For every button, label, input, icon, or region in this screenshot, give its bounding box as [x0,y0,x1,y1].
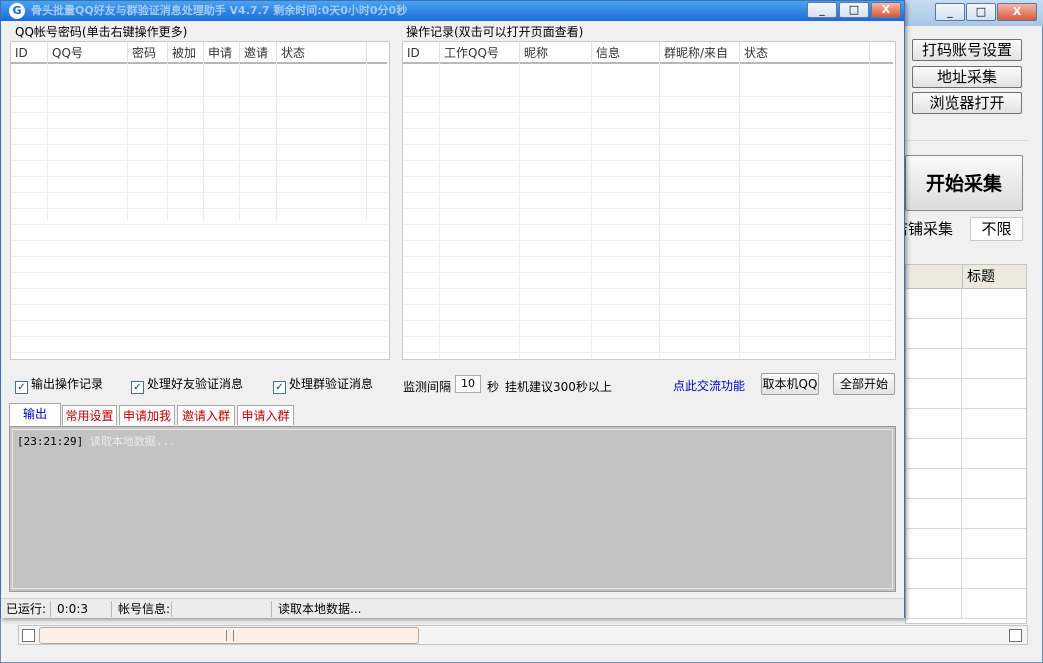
scroll-thumb[interactable] [39,627,419,644]
store-collect-label: 店铺采集 [905,220,954,238]
col-qq[interactable]: QQ号 [48,42,128,64]
status-message: 读取本地数据... [278,602,362,616]
tab-apply-group[interactable]: 申请入群 [237,405,294,425]
scroll-left-button[interactable] [22,629,35,642]
handle-friend-checkbox[interactable]: ✓ 处理好友验证消息 [131,376,243,394]
bg-table-header-title[interactable]: 标题 [962,265,1026,289]
col-added[interactable]: 被加 [168,42,204,64]
minimize-button[interactable]: _ [807,2,837,18]
col-status[interactable]: 状态 [740,42,870,64]
col-password[interactable]: 密码 [128,42,168,64]
col-work-qq[interactable]: 工作QQ号 [440,42,520,64]
accounts-panel-label: QQ帐号密码(单击右键操作更多) [15,25,188,39]
table-row [906,349,1026,379]
table-row [906,409,1026,439]
col-apply[interactable]: 申请 [204,42,240,64]
start-all-button[interactable]: 全部开始 [833,373,895,395]
bg-table-header: 标题 [906,265,1026,289]
log-timestamp: [23:21:29] [17,435,84,448]
get-local-qq-button[interactable]: 取本机QQ [761,373,819,395]
col-id[interactable]: ID [11,42,48,64]
table-row [906,439,1026,469]
tab-common-settings[interactable]: 常用设置 [62,405,117,425]
table-row [906,499,1026,529]
table-row [906,469,1026,499]
bg-divider [905,140,1027,141]
tab-apply-add-me[interactable]: 申请加我 [119,405,175,425]
output-log-panel[interactable]: [23:21:29] 读取本地数据... [9,426,896,592]
records-panel-label: 操作记录(双击可以打开页面查看) [406,25,584,39]
handle-group-checkbox[interactable]: ✓ 处理群验证消息 [273,376,373,394]
close-button[interactable]: X [871,2,901,18]
col-status[interactable]: 状态 [277,42,367,64]
col-invite[interactable]: 邀请 [240,42,277,64]
col-id[interactable]: ID [403,42,440,64]
interval-label: 监测间隔 [403,380,452,394]
output-log-checkbox[interactable]: ✓ 输出操作记录 [15,376,103,394]
scroll-right-button[interactable] [1009,629,1022,642]
col-nickname[interactable]: 昵称 [520,42,592,64]
captcha-account-settings-button[interactable]: 打码账号设置 [912,39,1022,61]
bg-minimize-button[interactable]: _ [935,3,965,21]
running-label: 已运行: [6,602,47,616]
table-row [906,379,1026,409]
interval-input[interactable]: 10 [455,375,481,393]
table-row [906,289,1026,319]
output-log-area[interactable]: [23:21:29] 读取本地数据... [12,429,893,589]
horizontal-scrollbar[interactable] [18,625,1028,645]
table-row [906,529,1026,559]
browser-open-button[interactable]: 浏览器打开 [912,92,1022,114]
window-title: 骨头批量QQ好友与群验证消息处理助手 V4.7.7 剩余时间:0天0小时0分0秒 [31,4,408,17]
address-collect-button[interactable]: 地址采集 [912,66,1022,88]
tab-output[interactable]: 输出 [9,403,61,427]
start-collect-button[interactable]: 开始采集 [905,155,1023,211]
exchange-link[interactable]: 点此交流功能 [673,377,745,394]
table-row [906,559,1026,589]
maximize-button[interactable]: □ [839,2,869,18]
status-bar: 已运行: 0:0:3 帐号信息: 读取本地数据... [1,598,904,618]
app-logo-icon: G [9,3,25,19]
table-row [906,589,1026,619]
checkbox-checked-icon: ✓ [15,381,28,394]
scroll-grip-icon [226,630,234,641]
col-info[interactable]: 信息 [592,42,660,64]
main-window: G 骨头批量QQ好友与群验证消息处理助手 V4.7.7 剩余时间:0天0小时0分… [0,0,905,618]
store-collect-value[interactable]: 不限 [970,217,1023,241]
accounts-list-header: ID QQ号 密码 被加 申请 邀请 状态 [11,42,387,64]
checkbox-checked-icon: ✓ [131,381,144,394]
interval-hint: 挂机建议300秒以上 [505,380,612,394]
checkbox-checked-icon: ✓ [273,381,286,394]
title-bar[interactable]: G 骨头批量QQ好友与群验证消息处理助手 V4.7.7 剩余时间:0天0小时0分… [1,1,904,21]
bg-close-button[interactable]: X [997,3,1037,21]
background-titlebar: _ □ X [905,0,1043,26]
accounts-list[interactable]: ID QQ号 密码 被加 申请 邀请 状态 [10,41,390,360]
bg-maximize-button[interactable]: □ [966,3,996,21]
interval-unit: 秒 [487,380,500,394]
col-group-nick[interactable]: 群昵称/来自 [660,42,740,64]
records-list-header: ID 工作QQ号 昵称 信息 群昵称/来自 状态 [403,42,893,64]
account-info-label: 帐号信息: [118,602,171,616]
records-list[interactable]: ID 工作QQ号 昵称 信息 群昵称/来自 状态 [402,41,896,360]
running-value: 0:0:3 [57,602,88,616]
tab-invite-group[interactable]: 邀请入群 [177,405,235,425]
table-row [906,319,1026,349]
log-message: 读取本地数据... [89,435,176,448]
background-table: 标题 [905,264,1027,624]
log-line: [23:21:29] 读取本地数据... [17,433,176,449]
